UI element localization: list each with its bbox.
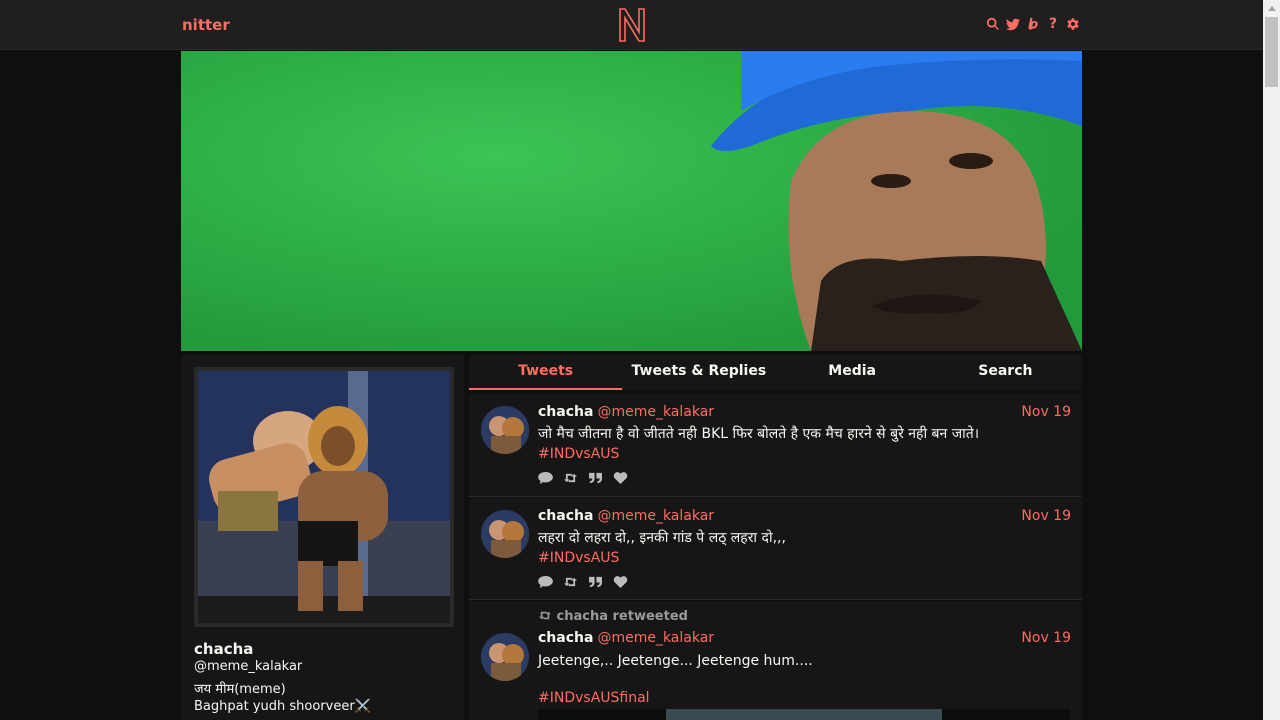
tweet-fullname[interactable]: chacha [538, 404, 593, 420]
tweet-hashtag[interactable]: #INDvsAUS [538, 548, 1068, 568]
tweet-header: chacha @meme_kalakar [538, 508, 714, 524]
brand-link[interactable]: nitter [182, 16, 230, 34]
nitter-logo[interactable] [618, 8, 646, 42]
heart-icon[interactable] [613, 472, 628, 484]
profile-banner[interactable] [181, 51, 1082, 351]
tweet-hashtag[interactable]: #INDvsAUSfinal [538, 688, 1068, 708]
tweet-username[interactable]: @meme_kalakar [597, 404, 714, 420]
top-navbar: nitter ? [0, 0, 1263, 50]
tweet-date[interactable]: Nov 19 [1021, 508, 1071, 524]
page-scrollbar[interactable] [1263, 0, 1280, 720]
tweet-username[interactable]: @meme_kalakar [597, 508, 714, 524]
tweet-header: chacha @meme_kalakar [538, 630, 714, 646]
tweet-item[interactable]: chacha retweeted chacha @meme_kalakar Nov… [469, 601, 1082, 720]
profile-username[interactable]: @meme_kalakar [194, 659, 302, 674]
liberapay-icon[interactable] [1026, 16, 1040, 32]
avatar-thumb [481, 406, 529, 454]
profile-avatar[interactable] [194, 367, 454, 627]
media-image [538, 709, 1070, 720]
tweet-fullname[interactable]: chacha [538, 630, 593, 646]
profile-card: chacha @meme_kalakar जय मीम(meme) Baghpa… [181, 355, 464, 720]
profile-fullname[interactable]: chacha [194, 640, 253, 658]
nav-icons: ? [986, 16, 1080, 32]
bio-line: Baghpat yudh shoorveer⚔️ [194, 699, 371, 714]
retweet-icon[interactable] [563, 472, 578, 484]
heart-icon[interactable] [613, 576, 628, 588]
retweet-header: chacha retweeted [538, 609, 688, 624]
scrollbar-thumb[interactable] [1265, 17, 1278, 87]
tweet-header: chacha @meme_kalakar [538, 404, 714, 420]
tab-tweets-replies[interactable]: Tweets & Replies [622, 355, 775, 390]
search-icon[interactable] [986, 16, 1000, 32]
gear-icon[interactable] [1066, 16, 1080, 32]
tweet-item[interactable]: chacha @meme_kalakar Nov 19 जो मैच जीतना … [469, 394, 1082, 497]
tab-media[interactable]: Media [776, 355, 929, 390]
banner-image [181, 51, 1082, 351]
tweet-avatar[interactable] [481, 406, 529, 454]
retweet-label: chacha retweeted [556, 609, 688, 624]
tweet-avatar[interactable] [481, 633, 529, 681]
help-icon[interactable]: ? [1046, 16, 1060, 32]
tweet-text: जो मैच जीतना है वो जीतते नही BKL फिर बोल… [538, 426, 980, 442]
tweet-content: लहरा दो लहरा दो,, इनकी गांड पे लठ् लहरा … [538, 528, 1068, 568]
tweet-stats [538, 576, 628, 588]
tweet-text: Jeetenge,.. Jeetenge... Jeetenge hum.... [538, 653, 813, 669]
tweet-date[interactable]: Nov 19 [1021, 630, 1071, 646]
comment-icon[interactable] [538, 576, 553, 588]
retweet-icon[interactable] [563, 576, 578, 588]
tweet-fullname[interactable]: chacha [538, 508, 593, 524]
tweet-avatar[interactable] [481, 510, 529, 558]
bio-line: जय मीम(meme) [194, 682, 286, 697]
avatar-thumb [481, 510, 529, 558]
quote-icon[interactable] [588, 576, 603, 588]
tweet-text: लहरा दो लहरा दो,, इनकी गांड पे लठ् लहरा … [538, 530, 786, 546]
tweet-username[interactable]: @meme_kalakar [597, 630, 714, 646]
scroll-up-arrow-icon[interactable] [1263, 0, 1280, 17]
tweet-stats [538, 472, 628, 484]
profile-bio: जय मीम(meme) Baghpat yudh shoorveer⚔️ [194, 681, 371, 715]
tab-search[interactable]: Search [929, 355, 1082, 390]
tweet-content: जो मैच जीतना है वो जीतते नही BKL फिर बोल… [538, 424, 1068, 464]
avatar-image [198, 371, 450, 623]
timeline-tabs: Tweets Tweets & Replies Media Search [469, 355, 1082, 390]
tab-tweets[interactable]: Tweets [469, 355, 623, 390]
tweet-date[interactable]: Nov 19 [1021, 404, 1071, 420]
twitter-icon[interactable] [1006, 16, 1020, 32]
tweet-content: Jeetenge,.. Jeetenge... Jeetenge hum....… [538, 651, 1068, 708]
quote-icon[interactable] [588, 472, 603, 484]
tweet-media[interactable] [538, 709, 1070, 720]
retweet-icon [539, 611, 551, 620]
timeline: Tweets Tweets & Replies Media Search cha… [469, 355, 1082, 720]
comment-icon[interactable] [538, 472, 553, 484]
avatar-thumb [481, 633, 529, 681]
tweet-hashtag[interactable]: #INDvsAUS [538, 444, 1068, 464]
tweet-item[interactable]: chacha @meme_kalakar Nov 19 लहरा दो लहरा … [469, 498, 1082, 600]
